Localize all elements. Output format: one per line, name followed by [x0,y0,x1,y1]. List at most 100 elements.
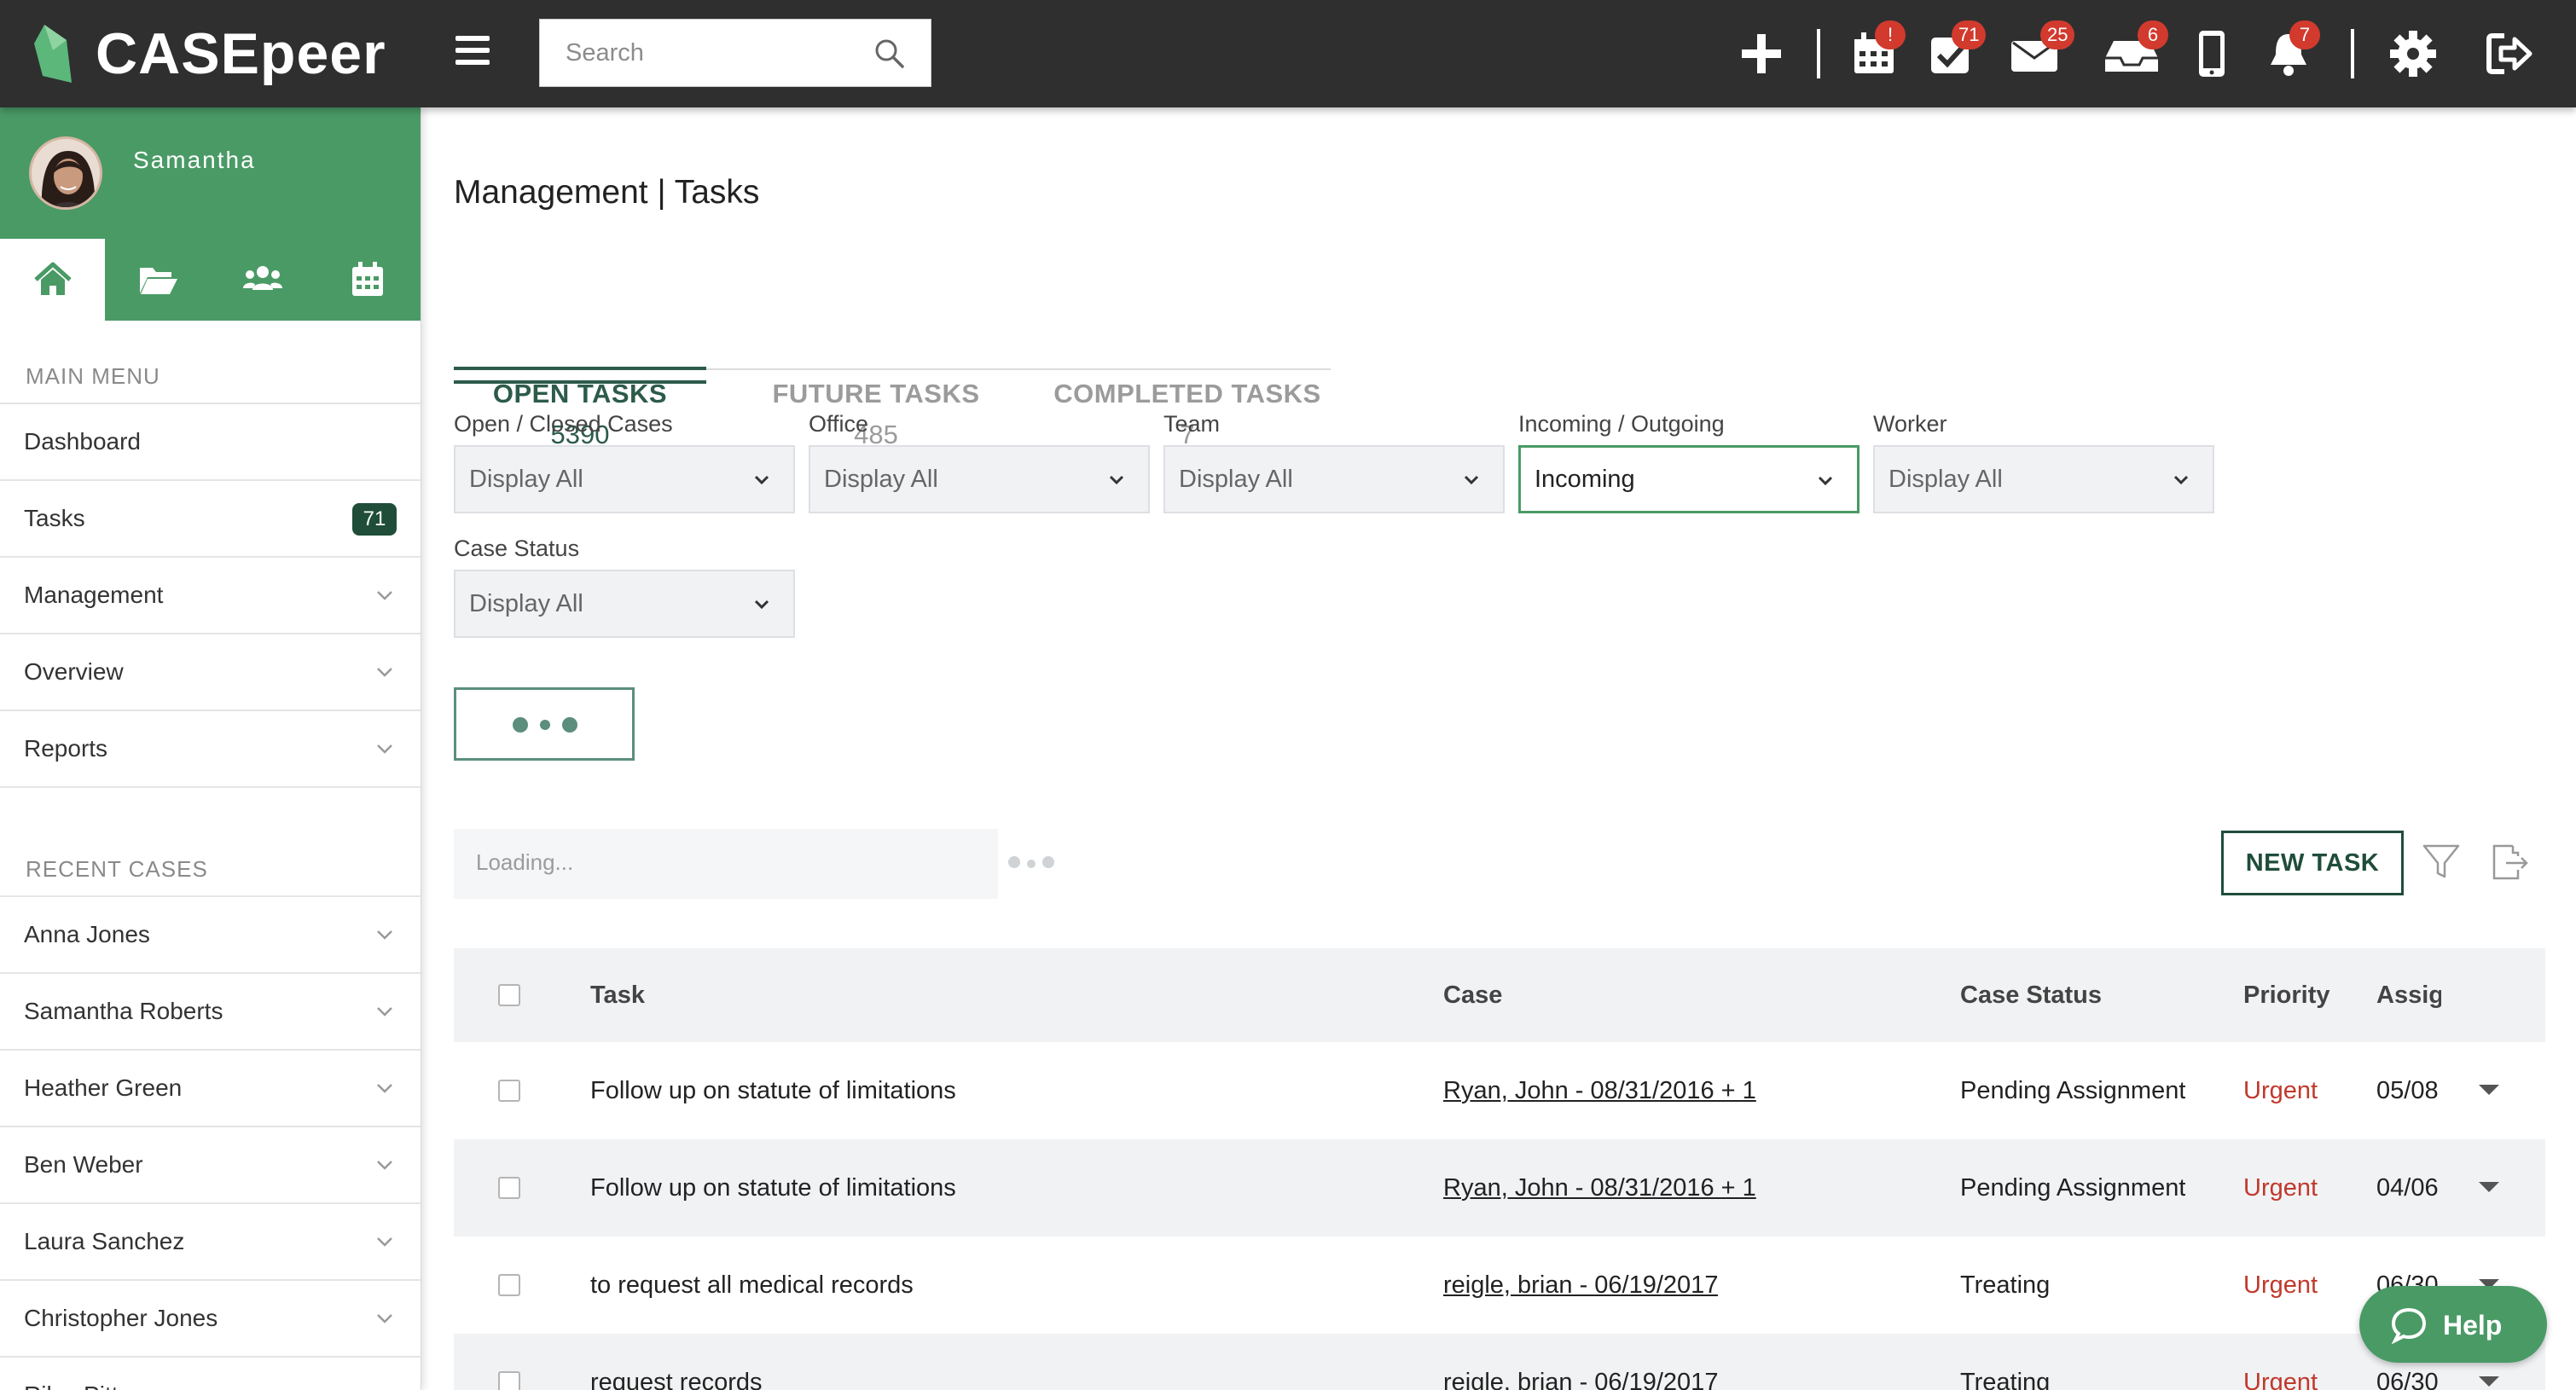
recent-case-item[interactable]: Anna Jones [0,897,421,974]
header-divider [2351,29,2354,78]
caret-down-icon[interactable] [2477,1179,2501,1196]
loading-text: Loading... [476,849,574,875]
select-value: Display All [1179,465,1293,493]
apply-filters-button[interactable] [454,687,635,761]
recent-case-label: Ben Weber [24,1151,143,1178]
export-icon[interactable] [2487,841,2530,883]
nav-tab-home[interactable] [0,239,106,321]
mail-icon[interactable]: 25 [2010,20,2075,78]
mobile-icon[interactable] [2187,29,2237,78]
case-status-select[interactable]: Display All [454,570,795,638]
recent-case-label: Samantha Roberts [24,998,223,1024]
calendar-icon[interactable]: ! [1849,20,1906,78]
recent-case-item[interactable]: Laura Sanchez [0,1204,421,1281]
table-row[interactable]: request records reigle, brian - 06/19/20… [454,1334,2545,1390]
chevron-down-icon[interactable] [374,1231,395,1252]
open-closed-select[interactable]: Display All [454,445,795,513]
recent-case-label: Riley Pitt [24,1381,118,1390]
chevron-down-icon[interactable] [374,1001,395,1022]
bell-icon[interactable]: 7 [2264,20,2320,78]
task-cell: to request all medical records [590,1271,914,1299]
chevron-down-icon [1109,475,1124,485]
office-select[interactable]: Display All [809,445,1150,513]
column-header-priority[interactable]: Priority [2243,948,2330,1042]
tab-future-tasks[interactable]: FUTURE TASKS 485 [735,225,1017,449]
recent-case-label: Heather Green [24,1074,183,1101]
nav-tab-calendar[interactable] [316,239,421,321]
recent-case-item[interactable]: Riley Pitt [0,1358,421,1390]
table-search-field[interactable]: Loading... [454,829,998,899]
case-status-cell: Pending Assignment [1960,1173,2186,1202]
logo[interactable]: CASEpeer [32,15,386,92]
select-value: Display All [824,465,938,493]
row-checkbox[interactable] [498,1177,520,1199]
task-cell: Follow up on statute of limitations [590,1173,956,1202]
chevron-down-icon [377,591,392,600]
gear-icon[interactable] [2388,29,2438,78]
nav-tab-contacts[interactable] [211,239,316,321]
menu-toggle-icon[interactable] [455,36,490,70]
chevron-down-icon[interactable] [374,1308,395,1329]
worker-select[interactable]: Display All [1873,445,2214,513]
filter-funnel-icon[interactable] [2421,841,2462,882]
users-icon [243,266,283,290]
caret-down-icon[interactable] [2477,1373,2501,1390]
recent-case-item[interactable]: Samantha Roberts [0,974,421,1051]
tasks-count-badge: 71 [352,503,397,536]
priority-cell: Urgent [2243,1173,2318,1202]
incoming-outgoing-select[interactable]: Incoming [1518,445,1859,513]
filter-team: Team Display All [1163,411,1505,513]
tab-completed-tasks[interactable]: COMPLETED TASKS 7 [1034,225,1341,449]
case-link[interactable]: Ryan, John - 08/31/2016 + 1 [1443,1139,1756,1237]
select-all-checkbox[interactable] [498,984,520,1006]
new-task-button[interactable]: NEW TASK [2221,831,2404,895]
case-status-cell: Pending Assignment [1960,1076,2186,1104]
table-row[interactable]: Follow up on statute of limitations Ryan… [454,1042,2545,1139]
logout-icon[interactable] [2484,29,2533,78]
nav-tab-cases[interactable] [105,239,210,321]
recent-cases-title: RECENT CASES [0,814,421,897]
chevron-down-icon[interactable] [374,1385,395,1390]
priority-cell: Urgent [2243,1076,2318,1104]
tasks-badge: 71 [1952,20,1987,49]
sidebar-item-overview[interactable]: Overview [0,634,421,711]
recent-case-item[interactable]: Ben Weber [0,1127,421,1204]
tab-label: OPEN TASKS [492,379,668,408]
chevron-down-icon[interactable] [374,1078,395,1098]
row-checkbox[interactable] [498,1080,520,1102]
sidebar-item-management[interactable]: Management [0,558,421,634]
case-link[interactable]: reigle, brian - 06/19/2017 [1443,1334,1718,1390]
avatar[interactable] [29,136,102,210]
tasks-check-icon[interactable]: 71 [1926,20,1987,78]
sidebar-item-tasks[interactable]: Tasks 71 [0,481,421,558]
inbox-icon[interactable]: 6 [2103,20,2168,78]
filter-open-closed: Open / Closed Cases Display All [454,411,795,513]
tab-open-tasks[interactable]: OPEN TASKS 5390 [454,225,706,449]
chevron-down-icon [1464,475,1479,485]
plus-icon[interactable] [1737,29,1786,78]
caret-down-icon[interactable] [2477,1081,2501,1098]
recent-case-item[interactable]: Heather Green [0,1051,421,1127]
team-select[interactable]: Display All [1163,445,1505,513]
row-checkbox[interactable] [498,1274,520,1296]
row-checkbox[interactable] [498,1371,520,1390]
table-header: Task Case Case Status Priority Assig [454,948,2545,1042]
case-link[interactable]: reigle, brian - 06/19/2017 [1443,1237,1718,1334]
column-header-task[interactable]: Task [590,948,645,1042]
search-icon[interactable] [873,37,907,71]
chevron-down-icon[interactable] [374,1155,395,1175]
sidebar-item-dashboard[interactable]: Dashboard [0,404,421,481]
column-header-assigned[interactable]: Assig [2376,948,2441,1042]
help-button[interactable]: Help [2359,1286,2547,1363]
filter-worker: Worker Display All [1873,411,2214,513]
table-row[interactable]: to request all medical records reigle, b… [454,1237,2545,1334]
table-row[interactable]: Follow up on statute of limitations Ryan… [454,1139,2545,1237]
main-menu-title: MAIN MENU [0,321,421,404]
case-link[interactable]: Ryan, John - 08/31/2016 + 1 [1443,1042,1756,1139]
column-header-case-status[interactable]: Case Status [1960,948,2102,1042]
chevron-down-icon[interactable] [374,924,395,945]
sidebar-item-reports[interactable]: Reports [0,711,421,788]
column-header-case[interactable]: Case [1443,948,1502,1042]
select-value: Display All [469,589,583,617]
recent-case-item[interactable]: Christopher Jones [0,1281,421,1358]
